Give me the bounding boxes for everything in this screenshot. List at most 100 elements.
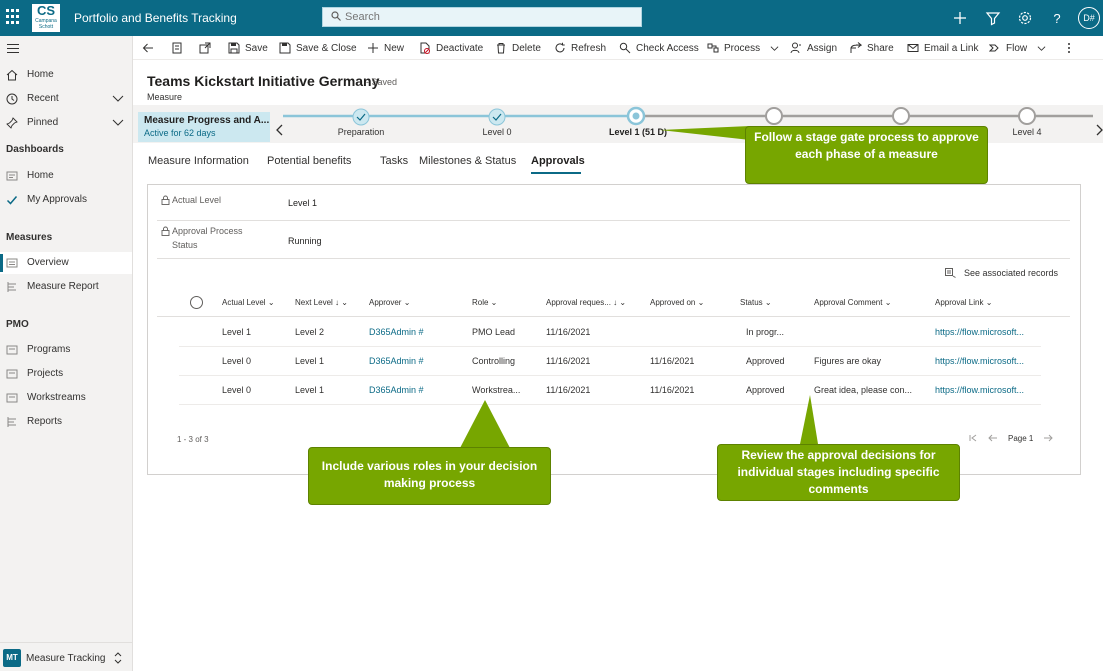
save-button[interactable]: Save bbox=[228, 40, 268, 56]
cell-approval-link[interactable]: https://flow.microsoft... bbox=[935, 385, 1024, 395]
stage-pending-icon[interactable] bbox=[1017, 106, 1037, 126]
key-search-icon bbox=[619, 42, 631, 54]
back-button[interactable] bbox=[142, 40, 159, 56]
stage-label-level-0[interactable]: Level 0 bbox=[442, 127, 552, 137]
email-link-button[interactable]: Email a Link bbox=[907, 40, 978, 56]
row-divider bbox=[179, 375, 1041, 376]
field-divider bbox=[157, 258, 1070, 259]
tab-potential-benefits[interactable]: Potential benefits bbox=[267, 155, 351, 167]
plus-icon[interactable] bbox=[951, 9, 969, 27]
deactivate-button[interactable]: Deactivate bbox=[419, 40, 483, 56]
app-launcher-icon[interactable] bbox=[6, 9, 22, 25]
assign-button[interactable]: Assign bbox=[790, 40, 837, 56]
cell-status: Approved bbox=[746, 385, 785, 395]
delete-button[interactable]: Delete bbox=[495, 40, 541, 56]
chevron-down-icon[interactable] bbox=[112, 117, 124, 127]
column-header-approver[interactable]: Approver ⌄ bbox=[369, 298, 410, 307]
row-count: 1 - 3 of 3 bbox=[177, 435, 209, 444]
nav-item-workstreams[interactable]: Workstreams bbox=[0, 387, 132, 409]
help-icon[interactable]: ? bbox=[1048, 9, 1066, 27]
column-header-actual-level[interactable]: Actual Level ⌄ bbox=[222, 298, 275, 307]
filter-icon[interactable] bbox=[984, 9, 1002, 27]
check-access-button[interactable]: Check Access bbox=[619, 40, 699, 56]
chevron-right-icon[interactable] bbox=[1095, 124, 1103, 136]
select-all-checkbox[interactable] bbox=[190, 296, 203, 309]
form-selector-button[interactable] bbox=[171, 40, 188, 56]
flow-icon bbox=[989, 44, 999, 52]
new-button[interactable]: New bbox=[367, 40, 404, 56]
stage-complete-icon[interactable] bbox=[351, 107, 371, 127]
column-header-role[interactable]: Role ⌄ bbox=[472, 298, 497, 307]
pin-icon bbox=[6, 117, 18, 129]
clock-icon bbox=[6, 93, 18, 105]
app-title[interactable]: Portfolio and Benefits Tracking bbox=[74, 11, 237, 25]
approval-status-label-2: Status bbox=[172, 240, 198, 250]
more-commands-button[interactable] bbox=[1063, 40, 1080, 56]
chevron-down-icon[interactable] bbox=[112, 93, 124, 103]
dashboard-icon bbox=[6, 171, 18, 181]
stage-pending-icon[interactable] bbox=[891, 106, 911, 126]
report-icon bbox=[7, 417, 16, 427]
company-logo: CS Campana Schott bbox=[32, 4, 60, 32]
column-header-status[interactable]: Status ⌄ bbox=[740, 298, 772, 307]
tab-milestones-status[interactable]: Milestones & Status bbox=[419, 155, 516, 167]
active-process-summary[interactable]: Measure Progress and A... Active for 62 … bbox=[138, 112, 270, 142]
nav-item-programs[interactable]: Programs bbox=[0, 339, 132, 361]
area-switcher[interactable]: MT Measure Tracking bbox=[0, 642, 132, 671]
nav-item-recent[interactable]: Recent bbox=[0, 88, 132, 110]
previous-page-icon[interactable] bbox=[988, 433, 998, 443]
search-box[interactable] bbox=[322, 7, 642, 27]
nav-item-my-approvals[interactable]: My Approvals bbox=[0, 189, 132, 211]
user-avatar[interactable]: D# bbox=[1078, 7, 1100, 29]
share-icon bbox=[850, 42, 862, 53]
column-header-approved-on[interactable]: Approved on ⌄ bbox=[650, 298, 704, 307]
stage-label-level-4[interactable]: Level 4 bbox=[972, 127, 1082, 137]
nav-item-measure-report[interactable]: Measure Report bbox=[0, 276, 132, 298]
tab-tasks[interactable]: Tasks bbox=[380, 155, 408, 167]
column-header-approval-link[interactable]: Approval Link ⌄ bbox=[935, 298, 992, 307]
refresh-icon bbox=[555, 42, 565, 53]
nav-item-home[interactable]: Home bbox=[0, 64, 132, 86]
cell-approver-link[interactable]: D365Admin # bbox=[369, 385, 424, 395]
email-icon bbox=[907, 44, 919, 52]
page-label: Page 1 bbox=[1008, 434, 1034, 443]
more-vertical-icon bbox=[1068, 43, 1070, 53]
stage-complete-icon[interactable] bbox=[487, 107, 507, 127]
flow-button[interactable]: Flow bbox=[989, 40, 1051, 56]
record-title: Teams Kickstart Initiative Germany bbox=[147, 73, 380, 89]
nav-item-dashboard-home[interactable]: Home bbox=[0, 165, 132, 187]
column-header-approval-requested[interactable]: Approval reques... ↓ ⌄ bbox=[546, 298, 626, 307]
first-page-icon[interactable] bbox=[968, 433, 978, 443]
cell-approver-link[interactable]: D365Admin # bbox=[369, 327, 424, 337]
stage-active-icon[interactable] bbox=[626, 106, 646, 126]
tab-approvals[interactable]: Approvals bbox=[531, 155, 585, 167]
share-button[interactable]: Share bbox=[850, 40, 894, 56]
hamburger-menu-icon[interactable] bbox=[7, 44, 19, 54]
save-and-close-button[interactable]: Save & Close bbox=[279, 40, 357, 56]
gear-icon[interactable] bbox=[1016, 9, 1034, 27]
refresh-button[interactable]: Refresh bbox=[554, 40, 606, 56]
cell-comment: Great idea, please con... bbox=[814, 385, 913, 395]
column-header-approval-comment[interactable]: Approval Comment ⌄ bbox=[814, 298, 891, 307]
cell-role: Controlling bbox=[472, 356, 516, 366]
callout-review: Review the approval decisions for indivi… bbox=[717, 444, 960, 501]
see-associated-records-button[interactable]: See associated records bbox=[945, 268, 1058, 278]
search-input[interactable] bbox=[345, 10, 635, 24]
chevron-left-icon[interactable] bbox=[276, 124, 284, 136]
next-page-icon[interactable] bbox=[1043, 433, 1053, 443]
column-header-next-level[interactable]: Next Level ↓ ⌄ bbox=[295, 298, 348, 307]
nav-item-projects[interactable]: Projects bbox=[0, 363, 132, 385]
nav-item-reports[interactable]: Reports bbox=[0, 411, 132, 433]
open-in-new-window-button[interactable] bbox=[199, 40, 216, 56]
nav-item-overview[interactable]: Overview bbox=[0, 252, 132, 274]
chevron-updown-icon[interactable] bbox=[113, 651, 123, 665]
stage-label-preparation[interactable]: Preparation bbox=[306, 127, 416, 137]
tab-measure-information[interactable]: Measure Information bbox=[148, 155, 249, 167]
cell-approval-link[interactable]: https://flow.microsoft... bbox=[935, 356, 1024, 366]
lock-icon bbox=[161, 226, 170, 236]
process-button[interactable]: Process bbox=[707, 40, 784, 56]
command-bar: Save Save & Close New Deactivate Delete … bbox=[133, 36, 1103, 60]
cell-approval-link[interactable]: https://flow.microsoft... bbox=[935, 327, 1024, 337]
cell-approver-link[interactable]: D365Admin # bbox=[369, 356, 424, 366]
nav-item-pinned[interactable]: Pinned bbox=[0, 112, 132, 134]
